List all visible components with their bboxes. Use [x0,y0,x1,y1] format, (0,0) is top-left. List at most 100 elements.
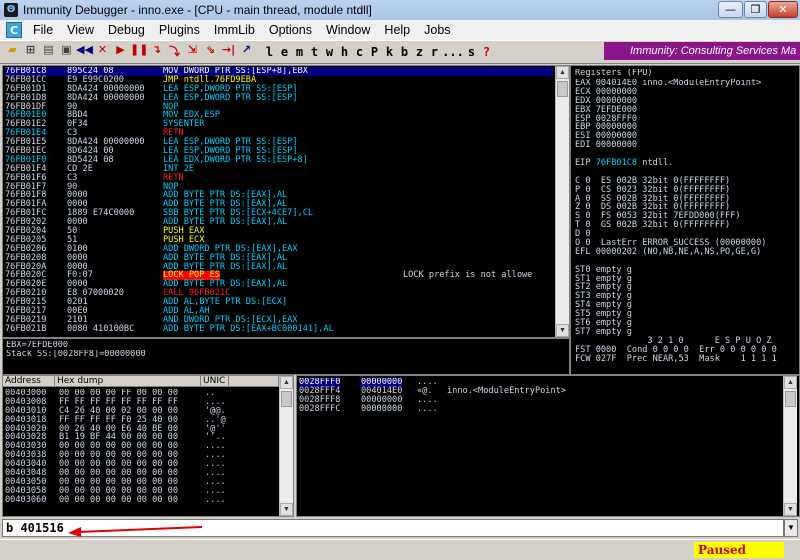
cpu-button[interactable]: c [352,45,367,59]
menu-plugins[interactable]: Plugins [152,23,207,37]
immunity-banner[interactable]: Immunity: Consulting Services Ma [604,42,800,60]
pause-icon[interactable]: ❚❚ [130,43,148,61]
run-trace-button[interactable]: ... [442,45,464,59]
disassembly-scrollbar[interactable]: ▲ ▼ [555,66,569,337]
window-title: Immunity Debugger - inno.exe - [CPU - ma… [23,3,372,17]
minimize-button[interactable]: — [718,1,743,18]
memory-map-button[interactable]: m [292,45,307,59]
menu-view[interactable]: View [60,23,101,37]
disassembly-list: 76FB01C8 895C24 08 MOV DWORD PTR SS:[ESP+8… [5,67,553,337]
menu-file[interactable]: File [26,23,60,37]
dump-scrollbar[interactable]: ▲ ▼ [279,376,293,516]
executable-modules-button[interactable]: e [277,45,292,59]
dump-header-hex[interactable]: Hex dump [55,376,201,387]
disasm-row[interactable]: 76FB0202 0000 ADD BYTE PTR DS:[EAX],AL [5,218,553,227]
disasm-mnemonic: LEA ESP,DWORD PTR SS:[ESP] [163,92,298,103]
stack-pane[interactable]: 0028FFF0 00000000.... 0028FFF4 004014E0 «@. i… [296,375,800,517]
breakpoints-button[interactable]: b [397,45,412,59]
scroll-thumb[interactable] [557,81,568,97]
menu-jobs[interactable]: Jobs [417,23,457,37]
stack-list: 0028FFF0 00000000.... 0028FFF4 004014E0 «@. i… [299,378,779,514]
app-icon: Θ [4,3,18,17]
scroll-up-icon[interactable]: ▲ [784,376,797,389]
cpu-window-icon[interactable]: C [6,22,22,38]
step-over-icon[interactable]: ⤵ [166,43,183,61]
scroll-up-icon[interactable]: ▲ [280,376,293,389]
execute-till-return-icon[interactable]: →| [220,43,237,61]
dump-list: 00403000 00 00 00 00 FF 00 00 00.. 0040300… [5,389,277,515]
source-button[interactable]: s [464,45,479,59]
threads-button[interactable]: t [307,45,322,59]
register-line: EFL 00000202 (NO,NB,NE,A,NS,PO,GE,G) [575,246,797,257]
info-line-2: Stack SS:[0028FF8]=00000000 [6,350,146,359]
scroll-up-icon[interactable]: ▲ [556,66,569,79]
references-button[interactable]: r [427,45,442,59]
menu-immlib[interactable]: ImmLib [207,23,262,37]
step-into-icon[interactable]: ↴ [148,43,165,61]
scroll-down-icon[interactable]: ▼ [784,503,797,516]
disasm-row[interactable]: 76FB0204 50 PUSH EAX [5,227,553,236]
register-text: EFL 00000202 (NO,NB,NE,A,NS,PO,GE,G) [575,246,762,257]
close-process-icon[interactable]: ▣ [58,43,75,61]
patches-button[interactable]: P [367,45,382,59]
register-text: T 0 GS 002B 32bit 0(FFFFFFFF) [575,220,731,231]
scroll-thumb[interactable] [785,391,796,407]
goto-icon[interactable]: ↗ [238,43,255,61]
scroll-thumb[interactable] [281,391,292,407]
stop-icon[interactable]: ✕ [94,43,111,61]
disasm-comment: LOCK prefix is not allowe [403,270,533,281]
chevron-down-icon[interactable]: ▼ [784,519,798,537]
menu-options[interactable]: Options [262,23,319,37]
rewind-icon[interactable]: ◀◀ [76,43,93,61]
dump-header-address[interactable]: Address [3,376,55,387]
register-value[interactable]: 76FB01C8 [596,158,637,168]
status-bar: Paused [0,539,800,560]
terminal-icon[interactable]: ▤ [40,43,57,61]
registers-title: Registers (FPU) [575,69,653,78]
stack-scrollbar[interactable]: ▲ ▼ [783,376,797,516]
trace-over-icon[interactable]: ⇘ [202,43,219,61]
register-comment: ntdll. [637,158,674,169]
windows-button[interactable]: w [322,45,337,59]
stack-ascii: .... [417,403,438,414]
dump-header-unicode[interactable]: UNIC [201,376,229,387]
hardware-breakpoints-button[interactable]: z [412,45,427,59]
disasm-hex: 8DA424 00000000 [67,92,145,103]
disasm-row[interactable]: 76FB01F6 C3 RETN [5,173,553,183]
menu-bar: C File View Debug Plugins ImmLib Options… [0,20,800,40]
run-icon[interactable]: ▶ [112,43,129,61]
disasm-row[interactable]: 76FB021B 0080 410100BC ADD BYTE PTR DS:[EA… [5,323,553,334]
dump-hex: 00 00 00 00 00 00 00 00 [59,494,178,505]
open-folder-icon[interactable]: ▰ [4,43,21,61]
maximize-button[interactable]: ❐ [744,1,767,18]
scroll-down-icon[interactable]: ▼ [556,324,569,337]
disasm-row[interactable]: 76FB01F4 CD 2E INT 2E [5,164,553,174]
trace-into-icon[interactable]: ⇲ [184,43,201,61]
restart-icon[interactable]: ⊞ [22,43,39,61]
stack-row[interactable]: 0028FFFC 00000000.... [299,403,779,414]
disassembly-pane[interactable]: 76FB01C8 895C24 08 MOV DWORD PTR SS:[ESP+8… [2,65,570,338]
info-line-1: EBX=7EFDE000 [6,341,69,350]
menu-debug[interactable]: Debug [101,23,152,37]
register-line: EDI 00000000 [575,141,797,150]
disasm-address: 76FB021B [5,323,47,334]
handles-button[interactable]: h [337,45,352,59]
stack-value: 00000000 [361,403,403,414]
registers-pane[interactable]: Registers (FPU) EAX 004014E0 inno.<Modul… [570,65,800,375]
register-line: EIP 76FB01C8 ntdll. [575,159,797,168]
dump-pane[interactable]: Address Hex dump UNIC 00403000 00 00 00 0… [2,375,294,517]
registers-list: EAX 004014E0 inno.<ModuleEntryPoint> ECX … [575,79,797,374]
close-button[interactable]: ✕ [768,1,798,18]
register-line: T 0 GS 002B 32bit 0(FFFFFFFF) [575,221,797,230]
help-button[interactable]: ? [479,45,494,59]
red-arrow-annotation [68,526,203,537]
menu-help[interactable]: Help [377,23,417,37]
dump-row[interactable]: 00403060 00 00 00 00 00 00 00 00.... [5,494,277,505]
call-stack-button[interactable]: k [382,45,397,59]
scroll-down-icon[interactable]: ▼ [280,503,293,516]
disasm-row[interactable]: 76FB01D8 8DA424 00000000 LEA ESP,DWORD PTR… [5,92,553,103]
log-window-button[interactable]: l [262,45,277,59]
disasm-row[interactable]: 76FB01E2 0F34 SYSENTER [5,120,553,129]
register-line: FCW 027F Prec NEAR,53 Mask 1 1 1 1 [575,354,797,364]
menu-window[interactable]: Window [319,23,377,37]
